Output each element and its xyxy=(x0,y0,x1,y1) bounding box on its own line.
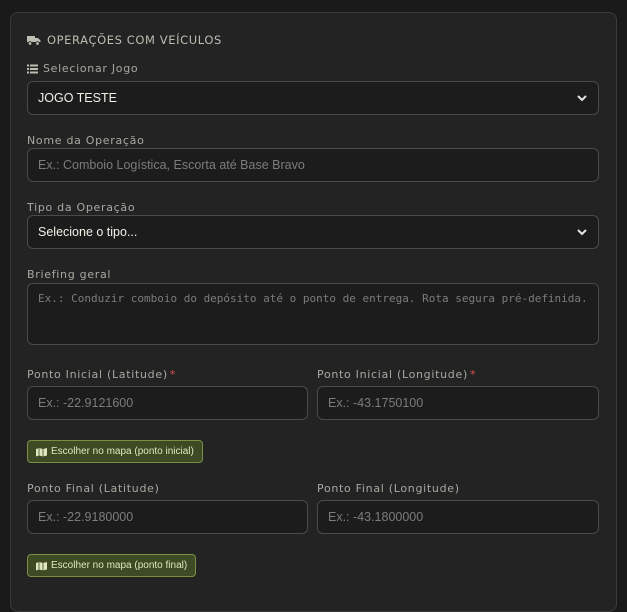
end-lng-input[interactable] xyxy=(317,500,599,534)
required-marker: * xyxy=(469,368,477,381)
choose-start-on-map-button[interactable]: Escolher no mapa (ponto inicial) xyxy=(27,440,203,463)
chevron-down-icon xyxy=(577,229,587,236)
choose-end-on-map-label: Escolher no mapa (ponto final) xyxy=(51,560,188,571)
choose-end-on-map-button[interactable]: Escolher no mapa (ponto final) xyxy=(27,554,197,577)
start-lat-input[interactable] xyxy=(27,386,308,420)
game-select[interactable]: JOGO TESTE xyxy=(27,81,599,115)
game-select-value: JOGO TESTE xyxy=(38,91,117,105)
chevron-down-icon xyxy=(577,95,587,102)
briefing-textarea[interactable] xyxy=(27,283,599,345)
game-label-text: Selecionar Jogo xyxy=(43,62,139,75)
section-header: OPERAÇÕES COM VEÍCULOS xyxy=(27,33,222,47)
start-lat-label: Ponto Inicial (Latitude) * xyxy=(27,368,176,381)
end-lng-label: Ponto Final (Longitude) xyxy=(317,482,460,495)
operation-name-label: Nome da Operação xyxy=(27,134,145,147)
required-marker: * xyxy=(169,368,177,381)
game-label: Selecionar Jogo xyxy=(27,62,138,75)
operation-type-value: Selecione o tipo... xyxy=(38,225,138,239)
start-lng-label: Ponto Inicial (Longitude) * xyxy=(317,368,476,381)
start-lng-input[interactable] xyxy=(317,386,599,420)
list-icon xyxy=(27,64,38,73)
start-lat-label-text: Ponto Inicial (Latitude) xyxy=(27,368,168,381)
truck-icon xyxy=(27,35,41,46)
section-title: OPERAÇÕES COM VEÍCULOS xyxy=(47,33,222,47)
operation-name-input[interactable] xyxy=(27,148,599,182)
map-icon xyxy=(36,447,47,456)
start-lng-label-text: Ponto Inicial (Longitude) xyxy=(317,368,468,381)
briefing-label: Briefing geral xyxy=(27,268,112,281)
end-lat-input[interactable] xyxy=(27,500,308,534)
operation-type-label: Tipo da Operação xyxy=(27,201,136,214)
end-lat-label: Ponto Final (Latitude) xyxy=(27,482,160,495)
choose-start-on-map-label: Escolher no mapa (ponto inicial) xyxy=(51,446,194,457)
map-icon xyxy=(36,561,47,570)
operation-type-select[interactable]: Selecione o tipo... xyxy=(27,215,599,249)
